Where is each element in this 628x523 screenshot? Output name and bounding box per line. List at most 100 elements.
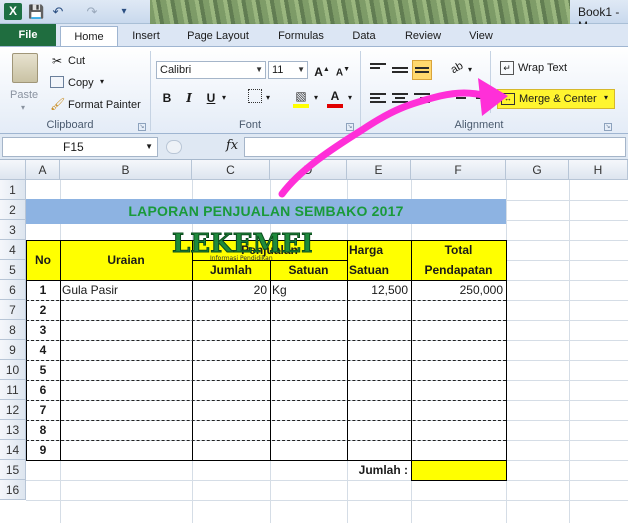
formula-bar: F15 ▼ fx [0, 134, 628, 160]
row-header-3[interactable]: 3 [0, 220, 26, 240]
underline-dropdown-icon[interactable]: ▾ [222, 93, 226, 102]
font-color-dropdown-icon[interactable]: ▾ [348, 93, 352, 102]
merge-center-dropdown-icon[interactable]: ▾ [604, 93, 608, 102]
row-header-10[interactable]: 10 [0, 360, 26, 380]
top-align-icon[interactable] [370, 63, 386, 77]
row-header-9[interactable]: 9 [0, 340, 26, 360]
merge-center-button[interactable]: ↔ Merge & Center ▾ [497, 89, 615, 109]
alignment-launcher-icon[interactable]: ↘ [604, 123, 612, 131]
alignment-group-label: Alignment [454, 119, 504, 131]
wrap-text-icon[interactable]: ↵ [500, 61, 514, 75]
copy-dropdown-icon[interactable]: ▾ [100, 77, 104, 86]
orientation-icon[interactable]: ab [445, 56, 470, 81]
header-satuan: Satuan [288, 263, 329, 277]
redo-icon[interactable]: ↷ [84, 4, 100, 20]
font-launcher-icon[interactable]: ↘ [346, 123, 354, 131]
row-header-16[interactable]: 16 [0, 480, 26, 500]
grow-font-icon[interactable]: A▲ [313, 61, 331, 79]
tab-file[interactable]: File [0, 24, 56, 46]
tab-view[interactable]: View [458, 26, 504, 46]
cut-button[interactable]: Cut [68, 55, 85, 67]
row-header-8[interactable]: 8 [0, 320, 26, 340]
cut-icon[interactable]: ✂ [50, 54, 64, 68]
select-all-corner[interactable] [0, 160, 26, 180]
borders-icon[interactable] [248, 89, 262, 103]
cell-satuan [270, 300, 347, 320]
column-header-f[interactable]: F [411, 160, 506, 180]
tab-insert[interactable]: Insert [122, 26, 170, 46]
font-color-icon[interactable]: A [326, 87, 344, 105]
insert-function-icon[interactable]: fx [226, 138, 238, 153]
save-icon[interactable]: 💾 [28, 4, 44, 20]
cell-total [411, 440, 506, 460]
name-box-dropdown-icon[interactable]: ▼ [145, 138, 153, 156]
align-right-icon[interactable] [414, 93, 430, 107]
cell-total [411, 320, 506, 340]
fill-color-icon[interactable]: ▧ [292, 87, 310, 105]
column-header-e[interactable]: E [347, 160, 411, 180]
cell-satuan [270, 420, 347, 440]
row-header-5[interactable]: 5 [0, 260, 26, 280]
bold-button[interactable]: B [158, 89, 176, 107]
column-header-a[interactable]: A [26, 160, 60, 180]
format-painter-icon[interactable]: 🖌 [50, 97, 65, 111]
bottom-align-icon[interactable] [412, 60, 432, 80]
shrink-font-icon[interactable]: A▼ [334, 61, 352, 79]
italic-button[interactable]: I [180, 89, 198, 107]
cell-uraian [60, 400, 192, 420]
format-painter-button[interactable]: Format Painter [68, 99, 141, 111]
formula-bar-grip-icon[interactable] [166, 140, 182, 154]
column-header-h[interactable]: H [569, 160, 628, 180]
tab-page-layout[interactable]: Page Layout [178, 26, 258, 46]
middle-align-icon[interactable] [392, 67, 408, 81]
column-header-d[interactable]: D [270, 160, 347, 180]
orientation-dropdown-icon[interactable]: ▾ [468, 65, 472, 74]
underline-button[interactable]: U [202, 89, 220, 107]
cell-no: 5 [39, 363, 47, 377]
font-size-combo[interactable]: 11 ▼ [268, 61, 308, 79]
row-header-12[interactable]: 12 [0, 400, 26, 420]
row-header-6[interactable]: 6 [0, 280, 26, 300]
clipboard-launcher-icon[interactable]: ↘ [138, 123, 146, 131]
column-header-g[interactable]: G [506, 160, 569, 180]
row-header-1[interactable]: 1 [0, 180, 26, 200]
excel-logo-icon[interactable]: X [4, 3, 22, 20]
decrease-indent-icon[interactable] [450, 93, 466, 107]
tab-review[interactable]: Review [394, 26, 452, 46]
row-header-13[interactable]: 13 [0, 420, 26, 440]
copy-icon[interactable] [50, 76, 64, 88]
column-header-c[interactable]: C [192, 160, 270, 180]
gridline-horizontal [26, 480, 628, 481]
row-header-14[interactable]: 14 [0, 440, 26, 460]
row-separator-dashed [26, 420, 506, 421]
row-header-2[interactable]: 2 [0, 200, 26, 220]
tab-data[interactable]: Data [344, 26, 384, 46]
watermark-logo: LEKEMEDEInformasi Pendidikan [170, 226, 344, 263]
customize-toolbar-icon[interactable]: ▾ [116, 4, 132, 20]
increase-indent-icon[interactable] [470, 93, 486, 107]
formula-input[interactable] [244, 137, 626, 157]
font-name-combo[interactable]: Calibri ▼ [156, 61, 266, 79]
paste-button[interactable]: Paste ▾ [6, 51, 44, 113]
fill-color-dropdown-icon[interactable]: ▾ [314, 93, 318, 102]
watermark-logo-graphic: LEKEMEDEInformasi Pendidikan [172, 229, 344, 263]
undo-icon[interactable]: ↶ [50, 4, 66, 20]
row-header-7[interactable]: 7 [0, 300, 26, 320]
wrap-text-button[interactable]: Wrap Text [518, 62, 567, 74]
font-size-value: 11 [272, 64, 284, 76]
copy-button[interactable]: Copy [68, 77, 94, 89]
total-cell-fill [411, 460, 506, 480]
row-header-11[interactable]: 11 [0, 380, 26, 400]
align-left-icon[interactable] [370, 93, 386, 107]
borders-dropdown-icon[interactable]: ▾ [266, 93, 270, 102]
tab-home[interactable]: Home [60, 26, 118, 46]
column-header-b[interactable]: B [60, 160, 192, 180]
row-header-15[interactable]: 15 [0, 460, 26, 480]
tab-formulas[interactable]: Formulas [266, 26, 336, 46]
worksheet-grid[interactable]: A B C D E F G H 1 2 3 4 5 6 7 8 9 10 11 12 13 14 15 16 LAPORAN P… [0, 160, 628, 523]
name-box[interactable]: F15 ▼ [2, 137, 158, 157]
font-size-dropdown-icon[interactable]: ▼ [297, 62, 305, 78]
row-header-4[interactable]: 4 [0, 240, 26, 260]
align-center-icon[interactable] [392, 93, 408, 107]
font-name-dropdown-icon[interactable]: ▼ [255, 62, 263, 78]
